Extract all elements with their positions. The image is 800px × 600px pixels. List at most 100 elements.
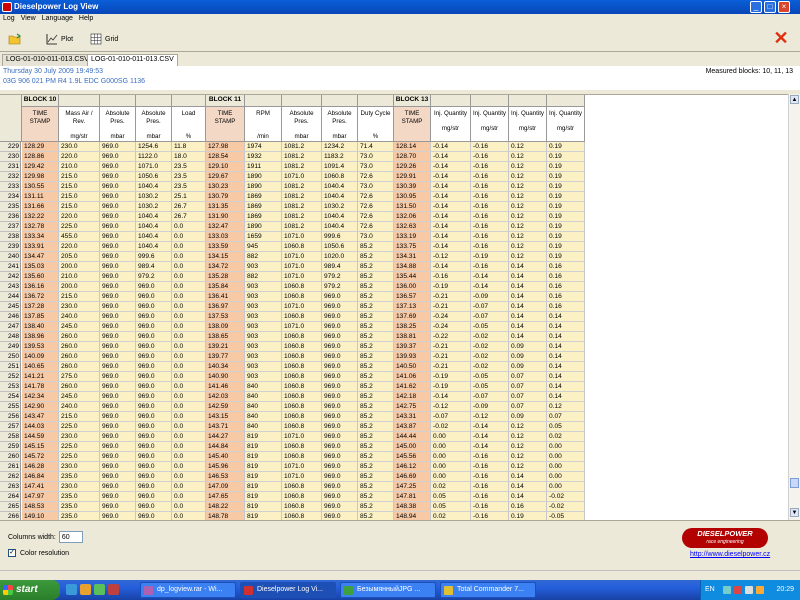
grid-cell[interactable]: 139.53 bbox=[22, 342, 59, 352]
grid-cell[interactable]: 140.34 bbox=[206, 362, 245, 372]
row-number[interactable]: 244 bbox=[0, 292, 21, 302]
grid-cell[interactable]: 0.19 bbox=[547, 152, 585, 162]
grid-cell[interactable]: -0.14 bbox=[431, 152, 471, 162]
row-number[interactable]: 253 bbox=[0, 382, 21, 392]
grid-cell[interactable]: 230.0 bbox=[59, 462, 100, 472]
grid-cell[interactable]: 0.0 bbox=[172, 502, 206, 512]
grid-cell[interactable]: 85.2 bbox=[358, 492, 394, 502]
grid-cell[interactable]: 260.0 bbox=[59, 342, 100, 352]
grid-cell[interactable]: 969.0 bbox=[100, 192, 136, 202]
grid-cell[interactable]: 1183.2 bbox=[322, 152, 358, 162]
grid-cell[interactable]: -0.02 bbox=[471, 362, 509, 372]
grid-cell[interactable]: -0.16 bbox=[471, 202, 509, 212]
grid-cell[interactable]: 903 bbox=[245, 372, 282, 382]
task-total-commander[interactable]: Total Commander 7... bbox=[440, 582, 536, 598]
grid-cell[interactable]: 882 bbox=[245, 252, 282, 262]
grid-cell[interactable]: 0.14 bbox=[509, 272, 547, 282]
grid-cell[interactable]: -0.21 bbox=[431, 302, 471, 312]
grid-cell[interactable]: -0.16 bbox=[471, 212, 509, 222]
grid-cell[interactable]: 225.0 bbox=[59, 452, 100, 462]
grid-cell[interactable]: 903 bbox=[245, 342, 282, 352]
grid-cell[interactable]: 135.03 bbox=[22, 262, 59, 272]
grid-cell[interactable]: 230.0 bbox=[59, 142, 100, 152]
grid-cell[interactable]: 969.0 bbox=[136, 382, 172, 392]
grid-cell[interactable]: 0.19 bbox=[547, 242, 585, 252]
grid-cell[interactable]: 0.12 bbox=[509, 252, 547, 262]
grid-cell[interactable]: 969.0 bbox=[100, 312, 136, 322]
grid-cell[interactable]: 0.14 bbox=[509, 312, 547, 322]
grid-cell[interactable]: 0.14 bbox=[509, 302, 547, 312]
website-link[interactable]: http://www.dieselpower.cz bbox=[690, 551, 770, 558]
grid-cell[interactable]: 1040.4 bbox=[322, 212, 358, 222]
grid-cell[interactable]: 146.53 bbox=[206, 472, 245, 482]
grid-cell[interactable]: 145.15 bbox=[22, 442, 59, 452]
grid-cell[interactable]: 969.0 bbox=[100, 242, 136, 252]
grid-cell[interactable]: 137.13 bbox=[394, 302, 431, 312]
grid-cell[interactable]: 1081.2 bbox=[282, 152, 322, 162]
grid-cell[interactable]: -0.14 bbox=[431, 212, 471, 222]
grid-cell[interactable]: 969.0 bbox=[136, 462, 172, 472]
grid-cell[interactable]: 989.4 bbox=[322, 262, 358, 272]
grid-cell[interactable]: 85.2 bbox=[358, 442, 394, 452]
grid-cell[interactable]: 275.0 bbox=[59, 372, 100, 382]
grid-cell[interactable]: 0.0 bbox=[172, 222, 206, 232]
grid-cell[interactable]: 903 bbox=[245, 352, 282, 362]
grid-cell[interactable]: 1050.6 bbox=[322, 242, 358, 252]
file-tab-1[interactable]: LOG-01-010-011-013.CSV bbox=[2, 54, 93, 66]
row-number[interactable]: 246 bbox=[0, 312, 21, 322]
grid-cell[interactable]: 131.90 bbox=[206, 212, 245, 222]
grid-cell[interactable]: 1122.0 bbox=[136, 152, 172, 162]
grid-cell[interactable]: 1060.8 bbox=[282, 422, 322, 432]
grid-cell[interactable]: 132.78 bbox=[22, 222, 59, 232]
grid-cell[interactable]: 1974 bbox=[245, 142, 282, 152]
column-header[interactable]: Load % bbox=[172, 107, 206, 142]
grid-cell[interactable]: 0.07 bbox=[509, 392, 547, 402]
grid-cell[interactable]: 969.0 bbox=[136, 292, 172, 302]
grid-cell[interactable]: 969.0 bbox=[322, 482, 358, 492]
grid-cell[interactable]: 23.5 bbox=[172, 182, 206, 192]
grid-cell[interactable]: 0.0 bbox=[172, 512, 206, 520]
grid-cell[interactable]: 144.84 bbox=[206, 442, 245, 452]
grid-cell[interactable]: 0.00 bbox=[547, 442, 585, 452]
grid-cell[interactable]: 969.0 bbox=[136, 372, 172, 382]
row-number[interactable]: 256 bbox=[0, 412, 21, 422]
grid-cell[interactable]: 969.0 bbox=[136, 442, 172, 452]
grid-cell[interactable]: 969.0 bbox=[136, 392, 172, 402]
column-header[interactable]: TIME STAMP bbox=[206, 107, 245, 142]
grid-cell[interactable]: -0.16 bbox=[471, 172, 509, 182]
grid-cell[interactable]: 147.97 bbox=[22, 492, 59, 502]
column-header[interactable]: Absolute Pres. mbar bbox=[322, 107, 358, 142]
grid-cell[interactable]: 0.09 bbox=[509, 352, 547, 362]
grid-cell[interactable]: 141.46 bbox=[206, 382, 245, 392]
grid-cell[interactable]: 230.0 bbox=[59, 482, 100, 492]
grid-cell[interactable]: 0.12 bbox=[509, 452, 547, 462]
grid-cell[interactable]: 0.19 bbox=[547, 212, 585, 222]
grid-cell[interactable]: 0.12 bbox=[509, 232, 547, 242]
row-number[interactable]: 265 bbox=[0, 502, 21, 512]
grid-cell[interactable]: 969.0 bbox=[322, 352, 358, 362]
column-header[interactable]: Absolute Pres. mbar bbox=[282, 107, 322, 142]
grid-cell[interactable]: -0.16 bbox=[471, 232, 509, 242]
grid-cell[interactable]: 0.12 bbox=[509, 462, 547, 472]
row-number[interactable]: 255 bbox=[0, 402, 21, 412]
grid-cell[interactable]: 136.00 bbox=[394, 282, 431, 292]
grid-cell[interactable]: 139.93 bbox=[394, 352, 431, 362]
grid-cell[interactable]: 72.6 bbox=[358, 202, 394, 212]
grid-cell[interactable]: 0.09 bbox=[509, 342, 547, 352]
vertical-scrollbar[interactable]: ▲ ▼ bbox=[788, 94, 800, 520]
grid-cell[interactable]: 136.57 bbox=[394, 292, 431, 302]
start-button[interactable]: start bbox=[0, 580, 60, 600]
grid-cell[interactable]: 1020.0 bbox=[322, 252, 358, 262]
grid-cell[interactable]: 128.29 bbox=[22, 142, 59, 152]
grid-cell[interactable]: 969.0 bbox=[100, 172, 136, 182]
grid-cell[interactable]: 245.0 bbox=[59, 392, 100, 402]
grid-cell[interactable]: 0.0 bbox=[172, 232, 206, 242]
grid-cell[interactable]: 0.14 bbox=[547, 372, 585, 382]
grid-cell[interactable]: 0.12 bbox=[547, 402, 585, 412]
exit-button[interactable]: ✕ bbox=[772, 28, 790, 48]
grid-cell[interactable]: -0.19 bbox=[431, 282, 471, 292]
quicklaunch-browser-icon[interactable] bbox=[66, 584, 77, 595]
grid-cell[interactable]: 135.28 bbox=[206, 272, 245, 282]
row-number[interactable]: 249 bbox=[0, 342, 21, 352]
grid-cell[interactable]: 141.06 bbox=[394, 372, 431, 382]
